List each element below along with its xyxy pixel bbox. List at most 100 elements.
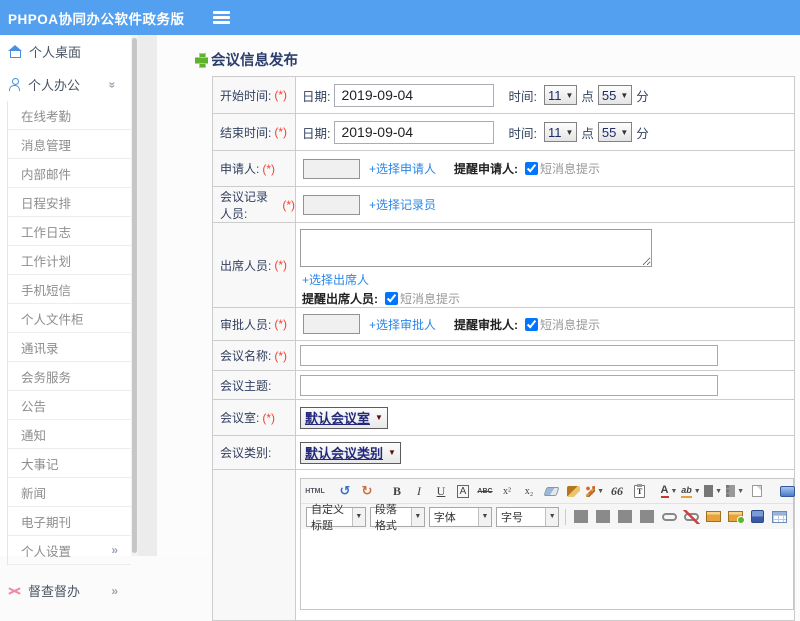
meeting-type-label: 会议类别:	[220, 444, 271, 461]
sidebar-scrollbar-thumb[interactable]	[132, 38, 137, 553]
choose-applicant-link[interactable]: +选择申请人	[369, 160, 436, 177]
format-brush-button[interactable]: ▼	[585, 481, 605, 502]
heading-select[interactable]: 自定义标题▼	[306, 507, 366, 527]
sidebar-subitem-新闻[interactable]: 新闻	[8, 478, 131, 507]
sidebar-item-label: 个人办公	[28, 75, 80, 94]
hour-suffix: 点	[581, 123, 594, 142]
table-button[interactable]	[769, 506, 789, 527]
sidebar-subitem-工作日志[interactable]: 工作日志	[8, 217, 131, 246]
end-hour-select[interactable]: 11▼	[544, 122, 577, 142]
sidebar-subitem-工作计划[interactable]: 工作计划	[8, 246, 131, 275]
sidebar-subitem-通知[interactable]: 通知	[8, 420, 131, 449]
home-icon	[8, 45, 22, 58]
dropdown-arrow-icon: ▼	[737, 488, 744, 495]
highlight-button[interactable]: ab▼	[681, 481, 701, 502]
sidebar-item-label: 督查督办	[28, 581, 80, 600]
redo-icon: ↻	[362, 483, 373, 499]
align-right-button[interactable]	[615, 506, 635, 527]
start-date-input[interactable]	[334, 84, 494, 107]
link-icon	[662, 513, 677, 521]
sms-label: 短消息提示	[540, 160, 600, 177]
sidebar-subitem-消息管理[interactable]: 消息管理	[8, 130, 131, 159]
attendees-sms-checkbox[interactable]	[385, 292, 398, 305]
paste-button[interactable]	[629, 481, 649, 502]
sidebar-subitem-个人文件柜[interactable]: 个人文件柜	[8, 304, 131, 333]
meeting-room-select[interactable]: 默认会议室▼	[300, 407, 388, 429]
format-clear-button[interactable]	[563, 481, 583, 502]
sidebar-subitem-日程安排[interactable]: 日程安排	[8, 188, 131, 217]
approver-sms-checkbox[interactable]	[525, 318, 538, 331]
image-upload-button[interactable]	[725, 506, 745, 527]
sidebar-item-个人办公[interactable]: 个人办公»	[0, 68, 131, 101]
applicant-sms-checkbox[interactable]	[525, 162, 538, 175]
attendees-textarea[interactable]	[300, 229, 652, 267]
end-date-input[interactable]	[334, 121, 494, 144]
italic-button[interactable]: I	[409, 481, 429, 502]
font-size-select[interactable]: 字号▼	[496, 507, 559, 527]
align-center-button[interactable]	[593, 506, 613, 527]
subscript-button[interactable]: x₂	[519, 481, 539, 502]
start-minute-select[interactable]: 55▼	[598, 85, 632, 105]
required-mark: (*)	[262, 411, 275, 425]
justify-button[interactable]	[637, 506, 657, 527]
eraser-button[interactable]	[541, 481, 561, 502]
redo-button[interactable]: ↻	[357, 481, 377, 502]
unlink-button[interactable]	[681, 506, 701, 527]
start-hour-select[interactable]: 11▼	[544, 85, 577, 105]
strikethrough-button[interactable]: ABC	[475, 481, 495, 502]
paragraph-select[interactable]: 段落格式▼	[370, 507, 425, 527]
blockquote-button[interactable]: 66	[607, 481, 627, 502]
sidebar-subitem-个人设置[interactable]: 个人设置»	[8, 536, 131, 565]
align-left-button[interactable]	[571, 506, 591, 527]
sidebar-subitem-label: 手机短信	[21, 280, 71, 299]
meeting-type-select[interactable]: 默认会议类别▼	[300, 442, 401, 464]
link-button[interactable]	[659, 506, 679, 527]
font-box-button[interactable]: A	[453, 481, 473, 502]
sidebar-subitem-电子期刊[interactable]: 电子期刊	[8, 507, 131, 536]
sidebar-subitem-通讯录[interactable]: 通讯录	[8, 333, 131, 362]
sidebar-item-督查督办[interactable]: 督查督办»	[0, 574, 131, 607]
sidebar-subitem-label: 工作计划	[21, 251, 71, 270]
sidebar-scrollbar[interactable]	[131, 35, 138, 556]
approver-input[interactable]	[303, 314, 360, 334]
applicant-input[interactable]	[303, 159, 360, 179]
table-icon	[772, 511, 787, 523]
bold-button[interactable]: B	[387, 481, 407, 502]
underline-button[interactable]: U	[431, 481, 451, 502]
sidebar-subitem-会务服务[interactable]: 会务服务	[8, 362, 131, 391]
unordered-list-button[interactable]: ▼	[725, 481, 745, 502]
media-button[interactable]	[747, 506, 767, 527]
source-code-button[interactable]: HTML	[305, 481, 325, 502]
choose-attendees-link[interactable]: +选择出席人	[302, 271, 369, 288]
ordered-list-button[interactable]: ▼	[703, 481, 723, 502]
meeting-topic-input[interactable]	[300, 375, 718, 396]
sidebar-subitem-内部邮件[interactable]: 内部邮件	[8, 159, 131, 188]
undo-button[interactable]: ↺	[335, 481, 355, 502]
sidebar-subitem-大事记[interactable]: 大事记	[8, 449, 131, 478]
new-page-button[interactable]	[747, 481, 767, 502]
media-icon	[751, 510, 764, 523]
sidebar-subitem-在线考勤[interactable]: 在线考勤	[8, 101, 131, 130]
hamburger-menu-icon[interactable]	[213, 11, 230, 24]
row-start-time: 开始时间: (*) 日期: 时间: 11▼ 点 55▼ 分	[213, 77, 794, 114]
sidebar-subitem-手机短信[interactable]: 手机短信	[8, 275, 131, 304]
sidebar-item-个人桌面[interactable]: 个人桌面	[0, 35, 131, 68]
recorder-input[interactable]	[303, 195, 360, 215]
recorder-label: 会议记录人员:	[220, 188, 279, 222]
required-mark: (*)	[282, 198, 295, 212]
editor-content-area[interactable]	[301, 529, 793, 609]
sidebar-subitem-公告[interactable]: 公告	[8, 391, 131, 420]
choose-recorder-link[interactable]: +选择记录员	[369, 196, 436, 213]
align-left-icon	[574, 510, 588, 523]
choose-approver-link[interactable]: +选择审批人	[369, 316, 436, 333]
sms-label: 短消息提示	[400, 290, 460, 307]
time-label: 时间:	[508, 123, 536, 142]
image-button[interactable]	[703, 506, 723, 527]
meeting-name-input[interactable]	[300, 345, 718, 366]
end-minute-select[interactable]: 55▼	[598, 122, 632, 142]
superscript-button[interactable]: x²	[497, 481, 517, 502]
font-color-button[interactable]: A▼	[659, 481, 679, 502]
fullscreen-button[interactable]	[777, 481, 797, 502]
font-family-select[interactable]: 字体▼	[429, 507, 492, 527]
strikethrough-icon: ABC	[477, 488, 492, 495]
